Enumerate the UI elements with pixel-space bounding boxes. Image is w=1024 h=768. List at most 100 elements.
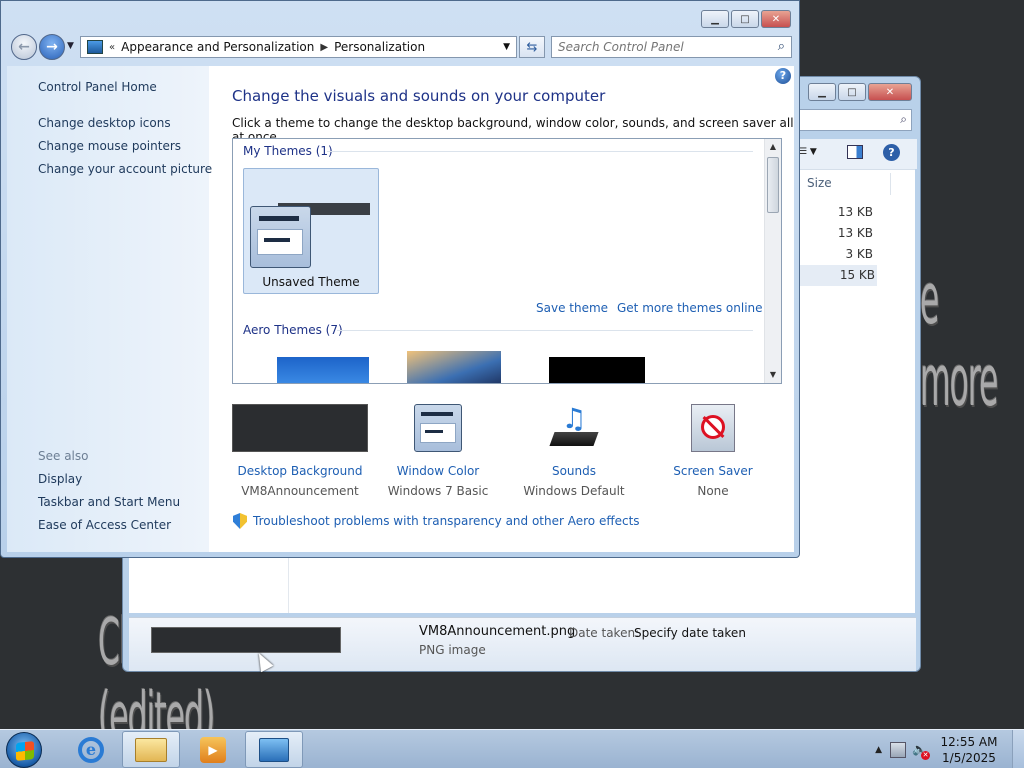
display-link[interactable]: Display xyxy=(38,472,82,486)
see-also-label: See also xyxy=(38,449,89,463)
theme-window-preview xyxy=(250,206,311,268)
theme-tile-unsaved[interactable]: Unsaved Theme xyxy=(243,168,379,294)
details-date-value[interactable]: Specify date taken xyxy=(634,626,746,640)
start-button[interactable] xyxy=(6,732,42,768)
troubleshoot-link-label[interactable]: Troubleshoot problems with transparency … xyxy=(253,514,640,528)
clock[interactable]: 12:55 AM 1/5/2025 xyxy=(934,734,1004,766)
explorer-search-input[interactable]: ⌕ xyxy=(799,109,912,131)
window-color-option[interactable]: Window Color Windows 7 Basic xyxy=(363,404,513,498)
address-bar[interactable]: « Appearance and Personalization ▶ Perso… xyxy=(80,36,517,58)
volume-muted-icon[interactable]: 🔈 ✕ xyxy=(912,742,930,760)
back-button[interactable]: ← xyxy=(11,34,37,60)
change-mouse-pointers-link[interactable]: Change mouse pointers xyxy=(38,139,181,153)
aero-themes-group-label: Aero Themes (7) xyxy=(243,323,343,337)
content-area: Control Panel Home Change desktop icons … xyxy=(7,66,794,552)
internet-explorer-icon: e xyxy=(78,736,104,763)
my-themes-group-label: My Themes (1) xyxy=(243,144,333,158)
desktop-background-option[interactable]: Desktop Background VM8Announcement xyxy=(225,404,375,498)
taskbar: e ▶ ▲ 🔈 ✕ 12:55 AM 1/5/2025 xyxy=(0,729,1024,768)
file-size: 13 KB xyxy=(837,205,873,219)
scroll-up-icon[interactable]: ▲ xyxy=(765,139,781,155)
recent-pages-dropdown-icon[interactable]: ▼ xyxy=(67,41,74,51)
theme-tile-label: Unsaved Theme xyxy=(262,275,360,289)
preview-pane-icon[interactable] xyxy=(847,145,863,159)
media-player-taskbar-button[interactable]: ▶ xyxy=(184,731,242,768)
explorer-toolbar: ☰ ▼ ? xyxy=(799,139,917,169)
show-hidden-icons-icon[interactable]: ▲ xyxy=(875,745,882,755)
address-dropdown-icon[interactable]: ▼ xyxy=(503,42,510,52)
change-account-picture-link[interactable]: Change your account picture xyxy=(38,162,212,176)
refresh-button[interactable]: ⇆ xyxy=(519,36,545,58)
breadcrumb-separator-icon[interactable]: ▶ xyxy=(320,42,328,53)
theme-list-scrollbar[interactable]: ▲ ▼ xyxy=(764,139,781,383)
forward-button[interactable]: → xyxy=(39,34,65,60)
show-desktop-button[interactable] xyxy=(1012,730,1024,768)
group-divider xyxy=(337,330,753,331)
option-name[interactable]: Desktop Background xyxy=(225,464,375,478)
screen-saver-icon xyxy=(691,404,735,452)
close-button[interactable]: ✕ xyxy=(868,83,912,101)
control-panel-taskbar-button[interactable] xyxy=(245,731,303,768)
breadcrumb-item[interactable]: Appearance and Personalization xyxy=(121,40,314,54)
navigation-pane[interactable] xyxy=(129,557,289,613)
details-filename: VM8Announcement.png xyxy=(419,624,576,639)
option-name[interactable]: Window Color xyxy=(363,464,513,478)
ease-of-access-link[interactable]: Ease of Access Center xyxy=(38,518,171,532)
details-date-label: Date taken: xyxy=(569,626,640,640)
search-input[interactable] xyxy=(558,37,768,57)
option-value: Windows 7 Basic xyxy=(387,484,489,498)
theme-tile-characters[interactable] xyxy=(549,357,645,383)
search-icon[interactable]: ⌕ xyxy=(778,39,785,54)
control-panel-home-link[interactable]: Control Panel Home xyxy=(38,80,157,94)
maximize-button[interactable]: □ xyxy=(838,83,866,101)
details-pane: VM8Announcement.png PNG image Date taken… xyxy=(129,617,916,671)
breadcrumb-overflow-icon[interactable]: « xyxy=(109,42,115,53)
taskbar-start-menu-link[interactable]: Taskbar and Start Menu xyxy=(38,495,180,509)
scroll-down-icon[interactable]: ▼ xyxy=(765,367,781,383)
view-dropdown-icon[interactable]: ☰ ▼ xyxy=(799,147,817,157)
close-button[interactable]: ✕ xyxy=(761,10,791,28)
search-icon: ⌕ xyxy=(900,112,907,126)
sounds-option[interactable]: ♫ Sounds Windows Default xyxy=(499,404,649,499)
theme-tile-architecture[interactable] xyxy=(407,351,501,383)
clock-time: 12:55 AM xyxy=(940,734,998,749)
search-box[interactable]: ⌕ xyxy=(551,36,792,58)
change-desktop-icons-link[interactable]: Change desktop icons xyxy=(38,116,171,130)
wallpaper-text-right: e more xyxy=(920,258,998,422)
breadcrumb-item[interactable]: Personalization xyxy=(334,40,425,54)
option-name[interactable]: Screen Saver xyxy=(638,464,788,478)
maximize-button[interactable]: □ xyxy=(731,10,759,28)
option-value: None xyxy=(697,484,729,498)
clock-date: 1/5/2025 xyxy=(942,750,996,765)
save-theme-link[interactable]: Save theme xyxy=(536,301,608,315)
details-filetype: PNG image xyxy=(419,643,486,657)
screen-saver-option[interactable]: Screen Saver None xyxy=(638,404,788,498)
file-size: 3 KB xyxy=(845,247,873,261)
help-icon[interactable]: ? xyxy=(775,68,791,84)
system-tray: ▲ 🔈 ✕ 12:55 AM 1/5/2025 xyxy=(875,730,1024,768)
file-size: 13 KB xyxy=(837,226,873,240)
option-value: Windows Default xyxy=(523,484,625,498)
folder-icon xyxy=(135,737,167,762)
file-thumbnail xyxy=(151,627,341,653)
theme-list[interactable]: My Themes (1) Unsaved Theme Save theme G… xyxy=(232,138,782,384)
get-more-themes-link[interactable]: Get more themes online xyxy=(617,301,763,315)
desktop-background-thumbnail xyxy=(232,404,368,452)
internet-explorer-taskbar-button[interactable]: e xyxy=(62,731,120,768)
column-header-size[interactable]: Size xyxy=(799,173,891,195)
caption-buttons: ▁ □ ✕ xyxy=(701,10,791,28)
group-divider xyxy=(327,151,753,152)
scrollbar-thumb[interactable] xyxy=(767,157,779,213)
theme-tile-windows-7[interactable] xyxy=(277,357,369,383)
minimize-button[interactable]: ▁ xyxy=(701,10,729,28)
file-size-selected[interactable]: 15 KB xyxy=(799,265,877,286)
network-icon[interactable] xyxy=(890,741,906,758)
option-name[interactable]: Sounds xyxy=(499,464,649,478)
explorer-taskbar-button[interactable] xyxy=(122,731,180,768)
troubleshoot-link[interactable]: Troubleshoot problems with transparency … xyxy=(233,513,640,529)
shield-icon xyxy=(233,513,247,529)
sounds-icon: ♫ xyxy=(548,404,600,452)
personalization-window[interactable]: ▁ □ ✕ ← → ▼ « Appearance and Personaliza… xyxy=(0,0,800,558)
help-icon[interactable]: ? xyxy=(883,144,900,161)
minimize-button[interactable]: ▁ xyxy=(808,83,836,101)
